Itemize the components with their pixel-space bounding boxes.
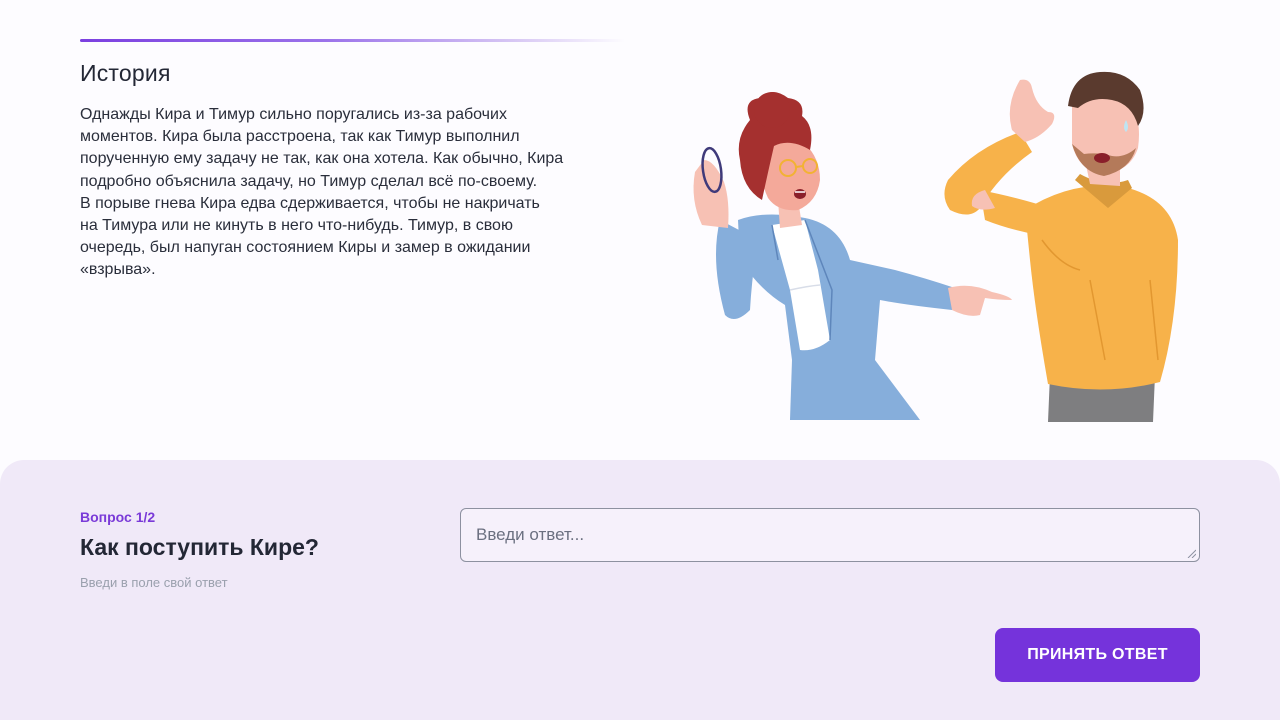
angry-woman-figure [693, 92, 1012, 420]
story-line: «взрыва». [80, 261, 156, 279]
story-title: История [80, 60, 171, 86]
story-text: Однажды Кира и Тимур сильно поругались и… [80, 104, 640, 282]
story-line: подробно объяснила задачу, но Тимур сдел… [80, 172, 538, 190]
question-counter: Вопрос 1/2 [80, 509, 156, 525]
resize-grip-icon[interactable] [1186, 548, 1196, 558]
argument-illustration [693, 71, 1178, 422]
story-line: порученную ему задачу не так, как она хо… [80, 150, 564, 168]
answer-input[interactable] [460, 508, 1200, 562]
answer-field-wrapper [460, 508, 1200, 562]
story-line: на Тимура или не кинуть в него что-нибуд… [80, 217, 513, 235]
question-panel: Вопрос 1/2 Как поступить Кире? Введи в п… [0, 460, 1280, 720]
story-line: Однажды Кира и Тимур сильно поругались и… [80, 106, 507, 123]
story-line: моментов. Кира была расстроена, так как … [80, 128, 520, 146]
question-title: Как поступить Кире? [80, 534, 319, 560]
story-line: очередь, был напуган состоянием Киры и з… [80, 239, 531, 257]
section-divider [80, 39, 625, 42]
submit-answer-button[interactable]: ПРИНЯТЬ ОТВЕТ [995, 628, 1200, 682]
scared-man-figure [944, 71, 1178, 422]
question-hint: Введи в поле свой ответ [80, 575, 228, 590]
story-line: В порыве гнева Кира едва сдерживается, ч… [80, 194, 540, 212]
